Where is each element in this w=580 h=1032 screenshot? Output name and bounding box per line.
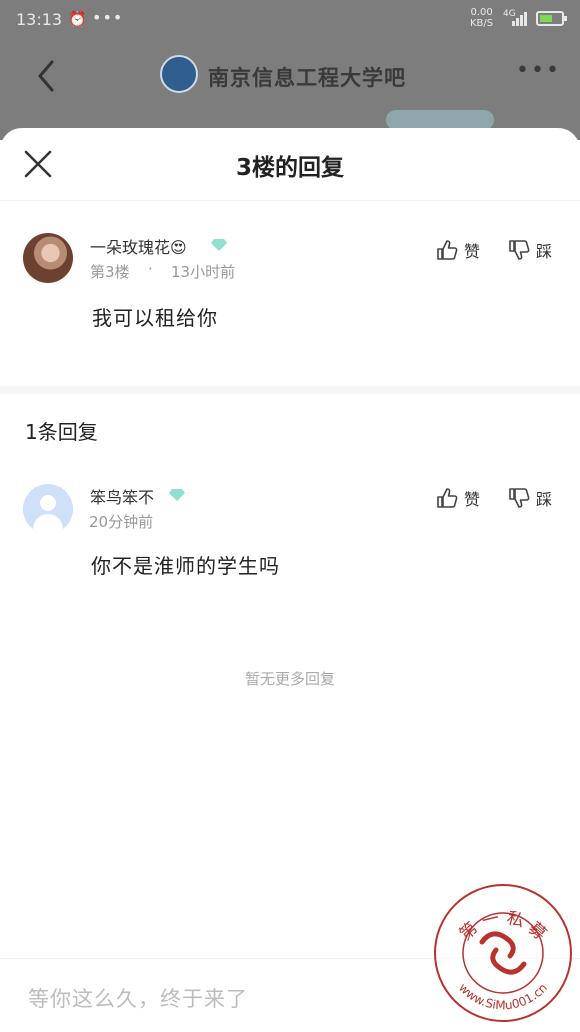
network-speed-value: 0.00 <box>470 7 493 18</box>
thumbs-up-icon <box>437 240 458 260</box>
section-divider <box>0 386 580 394</box>
post-username[interactable]: 一朵玫瑰花😍 <box>90 234 187 258</box>
more-icon[interactable]: ••• <box>516 58 561 83</box>
diamond-badge-icon <box>211 239 227 251</box>
no-more-replies: 暂无更多回复 <box>244 670 335 688</box>
like-button[interactable]: 赞 <box>436 236 480 264</box>
sheet-title: 3楼的回复 <box>235 155 344 181</box>
signal-icon <box>512 12 530 26</box>
status-bar: 13:13 ⏰ ••• 0.00 KB/S 4G <box>0 0 580 40</box>
back-icon[interactable] <box>30 56 66 96</box>
thumbs-up-icon <box>437 488 458 508</box>
background-overlay: 13:13 ⏰ ••• 0.00 KB/S 4G 南京信息工程大学吧 ••• <box>0 0 580 140</box>
watermark-stamp: 第 一 私 募 www.SiMu001.cn <box>434 884 572 1022</box>
reply-actions: 赞 踩 <box>436 484 556 512</box>
background-button <box>386 110 494 130</box>
forum-logo <box>160 55 198 93</box>
like-label: 赞 <box>464 242 481 261</box>
forum-appbar: 南京信息工程大学吧 ••• <box>0 44 580 108</box>
network-speed: 0.00 KB/S <box>470 7 493 29</box>
post-actions: 赞 踩 <box>436 236 556 264</box>
reply-content: 你不是淮师的学生吗 <box>91 554 280 578</box>
meta-separator: · <box>148 260 153 278</box>
default-avatar-icon[interactable] <box>23 484 73 534</box>
post-floor: 第3楼 <box>90 263 130 281</box>
avatar[interactable] <box>23 233 73 283</box>
sheet-header: 3楼的回复 <box>0 128 580 201</box>
floor-post: 一朵玫瑰花😍 第3楼 · 13小时前 赞 踩 我可以租给你 <box>0 200 580 386</box>
diamond-badge-icon <box>169 489 185 501</box>
thumbs-down-icon <box>509 488 530 508</box>
like-button[interactable]: 赞 <box>436 484 480 512</box>
reply-time: 20分钟前 <box>89 513 154 531</box>
reply-count: 1条回复 <box>25 420 98 444</box>
network-speed-unit: KB/S <box>470 18 494 29</box>
battery-icon <box>536 11 567 26</box>
post-content: 我可以租给你 <box>92 306 218 330</box>
dislike-button[interactable]: 踩 <box>508 236 552 264</box>
status-time: 13:13 <box>16 10 63 29</box>
reply-input-placeholder[interactable]: 等你这么久，终于来了 <box>28 983 248 1013</box>
thumbs-down-icon <box>509 240 530 260</box>
like-label: 赞 <box>464 490 481 509</box>
notification-dots: ••• <box>92 8 124 27</box>
reply-username[interactable]: 笨鸟笨不 <box>90 484 154 508</box>
dislike-button[interactable]: 踩 <box>508 484 552 512</box>
alarm-icon: ⏰ <box>68 10 87 28</box>
dislike-label: 踩 <box>536 242 553 261</box>
reply-item: 笨鸟笨不 20分钟前 赞 踩 你不是淮师的学生吗 <box>0 468 580 588</box>
forum-title: 南京信息工程大学吧 <box>208 66 406 90</box>
dislike-label: 踩 <box>536 490 553 509</box>
post-time: 13小时前 <box>171 263 236 281</box>
